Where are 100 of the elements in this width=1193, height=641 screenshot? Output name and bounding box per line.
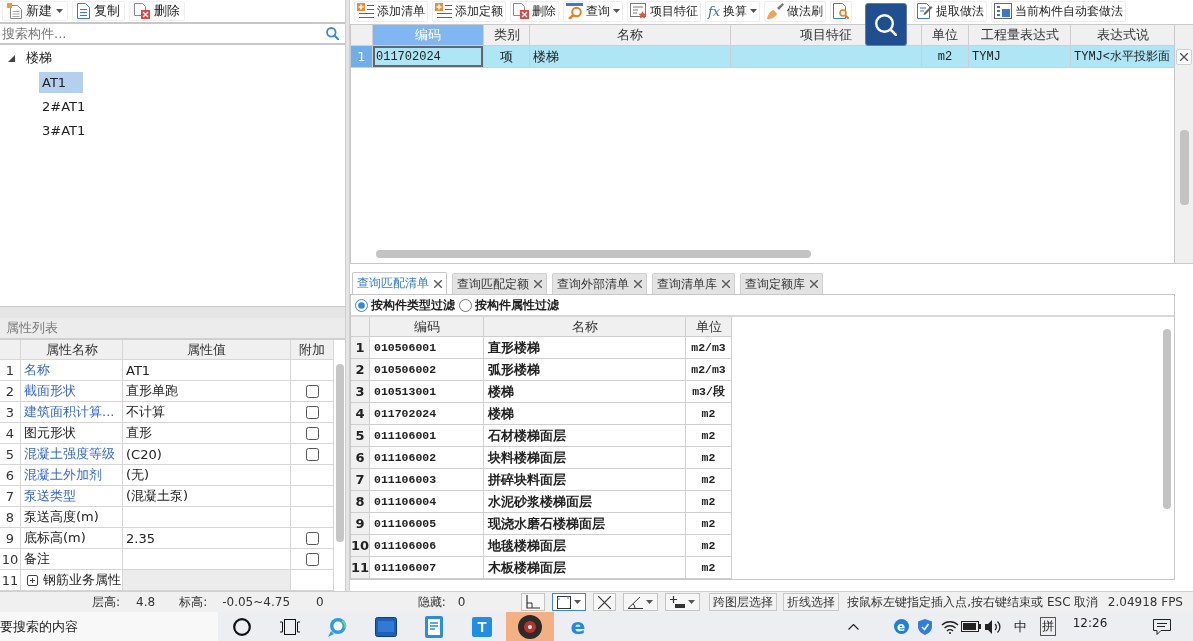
- tab[interactable]: 查询清单库: [652, 273, 735, 294]
- toolbar-button[interactable]: 做法刷: [764, 0, 827, 22]
- expand-arrow-icon[interactable]: [8, 54, 15, 62]
- toolbar-button[interactable]: 添加清单: [354, 0, 428, 22]
- tree-item[interactable]: AT1: [39, 71, 83, 93]
- cross-icon: [598, 595, 612, 609]
- table-cell: 011106007: [370, 557, 483, 578]
- chevron-up-icon[interactable]: [847, 623, 859, 630]
- toolbar-button[interactable]: 添加定额: [432, 0, 506, 22]
- scrollbar-thumb[interactable]: [376, 250, 811, 258]
- radio-button[interactable]: 按构件类型过滤: [355, 296, 455, 314]
- checkbox[interactable]: [305, 384, 319, 398]
- property-name: 泵送类型: [21, 486, 122, 506]
- row-number: 7: [0, 486, 20, 506]
- status-value: 4.8: [136, 595, 156, 609]
- close-icon[interactable]: [434, 279, 442, 288]
- tree-item[interactable]: 楼梯: [23, 47, 55, 69]
- scrollbar-thumb[interactable]: [1163, 329, 1171, 509]
- property-group: 钢筋业务属性: [43, 571, 121, 589]
- delete-icon: [513, 3, 529, 19]
- tab[interactable]: 查询匹配清单: [352, 272, 447, 294]
- search-button[interactable]: [865, 3, 907, 46]
- input-mode[interactable]: 拼: [1040, 617, 1056, 636]
- checkbox[interactable]: [305, 405, 319, 419]
- table-cell: 拼碎块料面层: [484, 469, 685, 490]
- checkbox[interactable]: [305, 552, 319, 566]
- tool-button[interactable]: [623, 593, 659, 611]
- checkbox[interactable]: [305, 447, 319, 461]
- copy-icon: [77, 3, 90, 19]
- taskbar-button[interactable]: [506, 612, 554, 641]
- row-number: 3: [0, 402, 20, 422]
- scrollbar-thumb[interactable]: [1179, 130, 1189, 205]
- close-icon[interactable]: [634, 280, 642, 288]
- toolbar-button[interactable]: 查询: [563, 0, 623, 22]
- list-window-icon: [994, 3, 1013, 19]
- search-icon: [566, 3, 583, 19]
- toolbar-button[interactable]: 删除: [129, 1, 185, 21]
- clock-time[interactable]: 12:26: [1065, 612, 1115, 630]
- column-header: 编码: [373, 25, 483, 45]
- row-number: 2: [351, 359, 369, 380]
- mode-button[interactable]: 折线选择: [783, 593, 840, 611]
- property-value: (混凝土泵): [123, 486, 290, 506]
- table-cell: 石材楼梯面层: [484, 425, 685, 446]
- close-icon[interactable]: [810, 280, 818, 288]
- shield-icon[interactable]: [918, 618, 932, 635]
- toolbar-button[interactable]: 当前构件自动套做法: [991, 0, 1127, 22]
- notification-icon[interactable]: [1153, 618, 1171, 635]
- property-value: (无): [123, 465, 290, 485]
- row-number: 11: [351, 557, 369, 578]
- letter-e-icon[interactable]: e: [893, 619, 909, 634]
- vertical-scrollbar[interactable]: [1174, 25, 1193, 263]
- mode-button[interactable]: 跨图层选择: [709, 593, 778, 611]
- status-prompt: 按鼠标左键指定插入点,按右键结束或 ESC 取消: [847, 593, 1099, 611]
- scrollbar-thumb[interactable]: [335, 364, 344, 542]
- tab[interactable]: 查询外部清单: [552, 273, 647, 294]
- toolbar-button[interactable]: fx 换算: [705, 0, 761, 22]
- property-name: 混凝土外加剂: [21, 465, 122, 485]
- plus-bar-icon: [670, 596, 686, 608]
- close-icon[interactable]: [534, 280, 542, 288]
- speaker-icon[interactable]: [984, 619, 1002, 634]
- row-number: 4: [351, 403, 369, 424]
- tree-item[interactable]: 3#AT1: [39, 119, 89, 141]
- tab[interactable]: 查询匹配定额: [452, 273, 547, 294]
- search-icon[interactable]: [326, 27, 339, 40]
- property-value: 直形单跑: [123, 381, 290, 401]
- toolbar-button[interactable]: [830, 0, 853, 22]
- tab[interactable]: 查询定额库: [740, 273, 823, 294]
- panel-title: 属性列表: [0, 318, 345, 340]
- document-icon: [425, 615, 443, 638]
- battery-icon[interactable]: [961, 621, 981, 632]
- row-number: 11: [0, 570, 20, 590]
- column-header: 类别: [484, 25, 529, 45]
- search-field[interactable]: 要搜索的内容: [0, 612, 218, 641]
- column-header: 附加: [291, 340, 333, 359]
- toolbar-button[interactable]: 项目特征: [627, 0, 701, 22]
- table-cell: 直形楼梯: [484, 337, 685, 358]
- wifi-icon[interactable]: [941, 619, 959, 634]
- table-cell: 项: [484, 46, 529, 67]
- tool-button[interactable]: [552, 593, 587, 611]
- search-field[interactable]: 搜索构件...: [2, 25, 322, 42]
- input-mode[interactable]: 中: [1013, 617, 1027, 636]
- tool-button[interactable]: [665, 593, 701, 611]
- property-value: (C20): [123, 444, 290, 464]
- tool-button[interactable]: [593, 593, 617, 611]
- property-name: 建筑面积计算...: [21, 402, 122, 422]
- add-list-icon: [357, 3, 374, 19]
- close-icon[interactable]: [722, 280, 730, 288]
- property-value: 不计算: [123, 402, 290, 422]
- table-cell: m2: [686, 513, 731, 534]
- checkbox[interactable]: [305, 531, 319, 545]
- expand-icon[interactable]: [27, 574, 38, 586]
- toolbar-button[interactable]: 删除: [510, 0, 559, 22]
- toolbar-button[interactable]: 提取做法: [914, 0, 988, 22]
- radio-button[interactable]: 按构件属性过滤: [459, 296, 559, 314]
- toolbar-button[interactable]: 新建: [2, 1, 68, 21]
- checkbox[interactable]: [305, 426, 319, 440]
- close-button[interactable]: [1176, 49, 1192, 65]
- tree-item[interactable]: 2#AT1: [39, 95, 89, 117]
- row-number: 6: [0, 465, 20, 485]
- toolbar-button[interactable]: 复制: [72, 1, 125, 21]
